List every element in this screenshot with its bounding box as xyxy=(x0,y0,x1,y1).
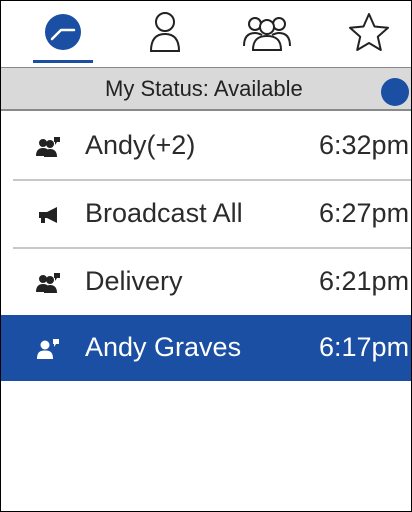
group-icon xyxy=(243,17,291,51)
star-icon xyxy=(349,13,389,51)
list-item[interactable]: Andy(+2) 6:32pm xyxy=(1,113,411,179)
list-item-selected[interactable]: Andy Graves 6:17pm xyxy=(1,315,411,381)
tab-favorites[interactable] xyxy=(341,9,397,55)
conversation-name: Broadcast All xyxy=(85,198,243,228)
app-window: My Status: Available Andy(+2) 6:32pm Bro… xyxy=(0,0,412,512)
status-indicator-dot xyxy=(381,78,409,106)
conversation-time: 6:17pm xyxy=(319,332,410,362)
status-label: My Status: Available xyxy=(105,76,303,101)
conversation-time: 6:27pm xyxy=(319,198,410,228)
tab-bar xyxy=(1,1,411,65)
list-item[interactable]: Broadcast All 6:27pm xyxy=(1,181,411,247)
conversation-name: Delivery xyxy=(85,266,183,296)
conversation-time: 6:32pm xyxy=(319,130,410,160)
active-tab-indicator xyxy=(33,60,93,63)
conversation-name: Andy(+2) xyxy=(85,130,196,160)
conversation-time: 6:21pm xyxy=(319,266,410,296)
tab-groups[interactable] xyxy=(239,9,295,55)
group-chat-icon xyxy=(36,137,60,157)
tab-contacts[interactable] xyxy=(137,9,193,55)
group-chat-icon xyxy=(36,273,60,293)
clock-icon xyxy=(45,14,81,50)
list-item[interactable]: Delivery 6:21pm xyxy=(1,249,411,315)
megaphone-icon xyxy=(39,207,57,223)
status-bar[interactable]: My Status: Available xyxy=(1,67,411,111)
tab-recent[interactable] xyxy=(35,9,91,55)
person-chat-icon xyxy=(37,339,59,359)
person-icon xyxy=(149,12,181,52)
conversation-name: Andy Graves xyxy=(85,332,242,362)
